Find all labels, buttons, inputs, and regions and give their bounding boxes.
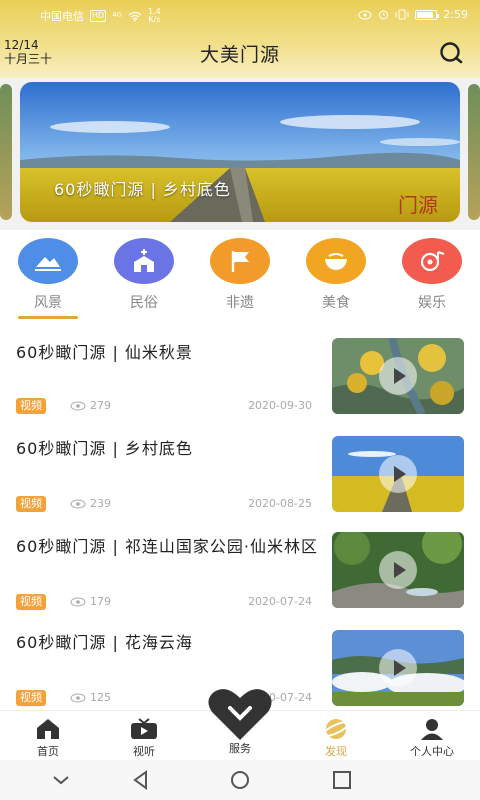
play-icon[interactable] — [379, 649, 417, 687]
item-meta: 视频 279 2020-09-30 — [16, 398, 312, 416]
video-thumbnail[interactable] — [332, 436, 464, 512]
video-feed: 60秒瞰门源 | 仙米秋景 视频 279 2020-09-30 60秒瞰门源 |… — [0, 322, 480, 710]
page-title: 大美门源 — [199, 44, 280, 66]
view-count-value: 279 — [90, 399, 111, 412]
music-icon — [402, 238, 462, 284]
alarm-icon — [379, 10, 389, 20]
eye-icon — [70, 401, 86, 410]
play-icon[interactable] — [379, 357, 417, 395]
system-nav-bar — [0, 760, 480, 800]
hd-badge: HD — [90, 10, 107, 22]
tab-discover[interactable]: 发现 — [296, 717, 376, 759]
bowl-icon — [306, 238, 366, 284]
category-heritage[interactable]: 非遗 — [208, 238, 272, 312]
eye-icon — [70, 597, 86, 606]
tab-media[interactable]: 视听 — [104, 717, 184, 759]
item-meta: 视频 239 2020-08-25 — [16, 496, 312, 514]
tab-home[interactable]: 首页 — [8, 717, 88, 759]
tab-profile[interactable]: 个人中心 — [392, 717, 472, 759]
tab-label: 视听 — [133, 745, 155, 758]
user-icon — [421, 719, 443, 740]
status-bar: 中国电信 HD ⁴ᴳ 1.4 K/s 2:59 — [0, 4, 480, 26]
category-label: 非遗 — [226, 295, 254, 311]
category-entertainment[interactable]: 娱乐 — [400, 238, 464, 312]
app-header: 中国电信 HD ⁴ᴳ 1.4 K/s 2:59 12/14 十月三十 大美门源 — [0, 0, 480, 78]
banner-carousel[interactable]: 门源 60秒瞰门源 | 乡村底色 — [0, 78, 480, 230]
item-title: 60秒瞰门源 | 花海云海 — [16, 633, 193, 652]
tab-label: 首页 — [37, 745, 59, 758]
category-label: 民俗 — [130, 295, 158, 311]
view-count: 179 — [70, 595, 111, 608]
banner-image: 门源 — [20, 82, 460, 222]
svg-text:门源: 门源 — [398, 193, 438, 217]
view-count-value: 239 — [90, 497, 111, 510]
banner-caption: 60秒瞰门源 | 乡村底色 — [54, 180, 231, 199]
banner-next-peek[interactable] — [468, 84, 480, 220]
item-title: 60秒瞰门源 | 乡村底色 — [16, 439, 193, 458]
video-tag: 视频 — [16, 690, 46, 706]
view-count: 279 — [70, 399, 111, 412]
search-icon[interactable] — [438, 40, 464, 66]
category-landscape[interactable]: 风景 — [16, 238, 80, 312]
eye-icon — [70, 693, 86, 702]
clock-time: 2:59 — [443, 8, 468, 21]
church-icon — [114, 238, 174, 284]
recent-apps-icon[interactable] — [331, 769, 353, 791]
video-tag: 视频 — [16, 594, 46, 610]
video-thumbnail[interactable] — [332, 338, 464, 414]
tab-label: 个人中心 — [410, 745, 454, 758]
planet-icon — [322, 719, 350, 739]
list-item[interactable]: 60秒瞰门源 | 乡村底色 视频 239 2020-08-25 — [0, 418, 480, 516]
chevron-down-icon[interactable] — [50, 769, 72, 791]
net-speed: 1.4 K/s — [148, 8, 161, 24]
video-tag: 视频 — [16, 496, 46, 512]
category-label: 美食 — [322, 295, 350, 311]
item-title: 60秒瞰门源 | 祁连山国家公园·仙米林区 — [16, 537, 319, 556]
service-heart-button[interactable] — [206, 686, 274, 742]
category-food[interactable]: 美食 — [304, 238, 368, 312]
video-thumbnail[interactable] — [332, 532, 464, 608]
view-count-value: 125 — [90, 691, 111, 704]
signal-icon: ⁴ᴳ — [112, 9, 122, 23]
item-title: 60秒瞰门源 | 仙米秋景 — [16, 343, 193, 362]
eye-icon — [358, 10, 372, 19]
play-icon[interactable] — [379, 455, 417, 493]
publish-date: 2020-09-30 — [248, 399, 312, 412]
active-category-indicator — [18, 316, 78, 319]
publish-date: 2020-08-25 — [248, 497, 312, 510]
video-thumbnail[interactable] — [332, 630, 464, 706]
view-count: 125 — [70, 691, 111, 704]
tab-label: 发现 — [325, 745, 347, 758]
banner-slide[interactable]: 门源 60秒瞰门源 | 乡村底色 — [20, 82, 460, 222]
home-icon — [37, 719, 59, 739]
category-folk[interactable]: 民俗 — [112, 238, 176, 312]
flag-icon — [210, 238, 270, 284]
tab-label-service: 服务 — [229, 742, 251, 755]
list-item[interactable]: 60秒瞰门源 | 祁连山国家公园·仙米林区 视频 179 2020-07-24 — [0, 516, 480, 612]
home-circle-icon[interactable] — [229, 769, 251, 791]
wifi-icon — [128, 11, 142, 21]
net-speed-unit: K/s — [148, 15, 161, 24]
banner-prev-peek[interactable] — [0, 84, 12, 220]
eye-icon — [70, 499, 86, 508]
view-count: 239 — [70, 497, 111, 510]
video-tag: 视频 — [16, 398, 46, 414]
category-label: 娱乐 — [418, 295, 446, 311]
publish-date: 2020-07-24 — [248, 595, 312, 608]
item-meta: 视频 179 2020-07-24 — [16, 594, 312, 612]
category-label: 风景 — [34, 295, 62, 311]
tv-icon — [131, 718, 157, 739]
battery-icon — [415, 9, 440, 20]
view-count-value: 179 — [90, 595, 111, 608]
list-item[interactable]: 60秒瞰门源 | 仙米秋景 视频 279 2020-09-30 — [0, 322, 480, 418]
category-nav: 风景 民俗 非遗 美食 娱乐 — [0, 234, 480, 322]
landscape-icon — [18, 238, 78, 284]
play-icon[interactable] — [379, 551, 417, 589]
back-icon[interactable] — [130, 769, 152, 791]
vibrate-icon — [395, 9, 409, 20]
carrier-label: 中国电信 — [40, 10, 84, 23]
